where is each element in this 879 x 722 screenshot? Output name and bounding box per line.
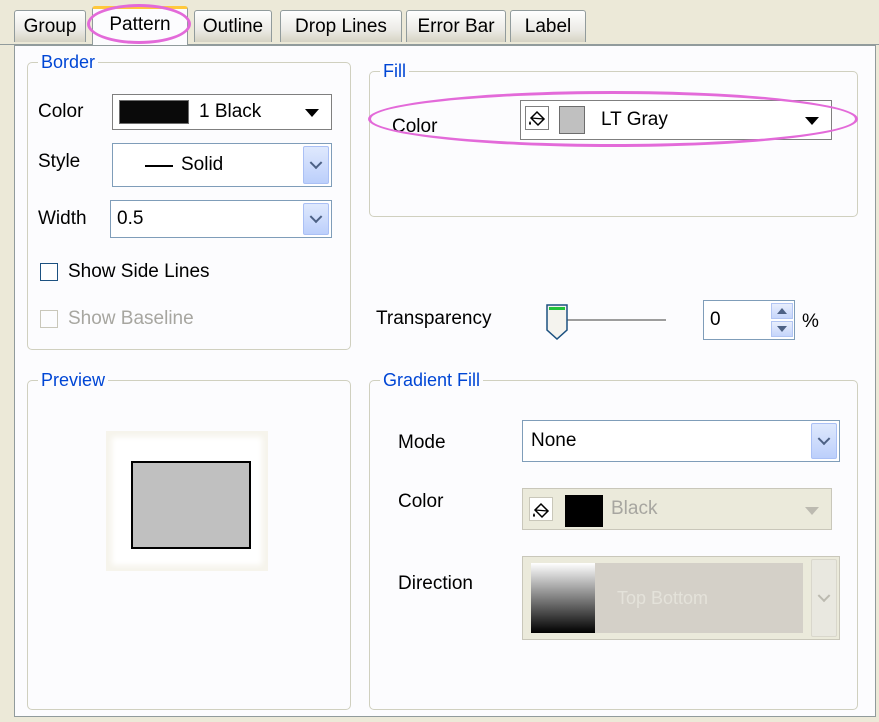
show-side-lines-label: Show Side Lines: [68, 261, 210, 282]
transparency-label: Transparency: [376, 308, 492, 329]
tab-error-bar[interactable]: Error Bar: [406, 10, 506, 42]
border-style-combo[interactable]: Solid: [112, 143, 332, 187]
paint-bucket-icon: [529, 497, 553, 521]
gradient-mode-dropdown-button[interactable]: [811, 423, 837, 459]
gradient-direction-swatch: [531, 563, 595, 633]
gradient-fill-group-title: Gradient Fill: [380, 369, 484, 391]
fill-color-value: LT Gray: [601, 109, 668, 130]
show-side-lines-checkbox[interactable]: [40, 263, 58, 281]
border-color-label: Color: [38, 101, 84, 122]
border-color-swatch: [119, 100, 189, 124]
gradient-direction-combo[interactable]: Top Bottom: [522, 556, 840, 640]
chevron-down-icon: [805, 507, 819, 515]
chevron-down-icon: [309, 210, 323, 224]
tab-group[interactable]: Group: [14, 10, 86, 42]
tab-outline[interactable]: Outline: [194, 10, 272, 42]
chevron-down-icon: [817, 432, 831, 446]
transparency-value: 0: [710, 309, 721, 330]
chevron-down-icon: [817, 589, 831, 603]
chevron-down-icon: [305, 109, 319, 117]
gradient-color-swatch: [565, 495, 603, 527]
border-style-label: Style: [38, 151, 81, 172]
gradient-direction-value: Top Bottom: [617, 588, 709, 608]
border-width-dropdown-button[interactable]: [303, 203, 329, 235]
spin-up-button[interactable]: [771, 303, 793, 319]
fill-group: Fill: [369, 60, 858, 217]
transparency-slider-track: [558, 319, 666, 322]
chevron-down-icon: [309, 156, 323, 170]
gradient-mode-value: None: [531, 430, 577, 451]
gradient-direction-field: Top Bottom: [531, 563, 803, 633]
tab-drop-lines[interactable]: Drop Lines: [280, 10, 402, 42]
tab-label: Error Bar: [417, 16, 495, 37]
tab-strip: Group Pattern Outline Drop Lines Error B…: [0, 0, 879, 46]
show-baseline-checkbox[interactable]: [40, 310, 58, 328]
tab-label-tab[interactable]: Label: [510, 10, 586, 42]
gradient-direction-dropdown-button[interactable]: [811, 559, 837, 637]
border-style-value: Solid: [181, 154, 224, 175]
border-group-title: Border: [38, 51, 99, 73]
spin-down-button[interactable]: [771, 321, 793, 337]
gradient-mode-label: Mode: [398, 432, 446, 453]
show-baseline-label: Show Baseline: [68, 308, 194, 329]
gradient-mode-combo[interactable]: None: [522, 420, 840, 462]
preview-group-title: Preview: [38, 369, 109, 391]
border-width-label: Width: [38, 208, 87, 229]
fill-group-title: Fill: [380, 60, 409, 82]
chevron-down-icon: [805, 117, 819, 125]
paint-bucket-icon: [525, 106, 549, 130]
preview-fill-box: [131, 461, 251, 549]
border-color-combo[interactable]: 1 Black: [112, 94, 332, 130]
border-color-value: 1 Black: [199, 101, 262, 122]
tab-label: Label: [524, 16, 572, 37]
border-width-combo[interactable]: 0.5: [110, 200, 332, 238]
tab-label: Outline: [202, 16, 264, 37]
gradient-color-label: Color: [398, 491, 444, 512]
preview-canvas: [106, 431, 268, 571]
tab-label: Pattern: [109, 14, 171, 35]
tab-pattern[interactable]: Pattern: [92, 6, 188, 45]
transparency-unit: %: [802, 311, 819, 332]
border-width-value: 0.5: [117, 208, 144, 229]
gradient-color-value: Black: [611, 498, 658, 519]
tab-label: Drop Lines: [295, 16, 387, 37]
fill-color-label: Color: [392, 116, 438, 137]
gradient-color-combo[interactable]: Black: [522, 488, 832, 530]
gradient-direction-label: Direction: [398, 573, 473, 594]
fill-color-swatch: [559, 106, 585, 134]
transparency-slider-thumb[interactable]: [546, 304, 568, 341]
transparency-spinbox[interactable]: 0: [703, 300, 795, 340]
solid-line-icon: [145, 165, 173, 167]
tab-label: Group: [23, 16, 77, 37]
fill-color-combo[interactable]: LT Gray: [520, 100, 832, 140]
border-style-dropdown-button[interactable]: [303, 146, 329, 184]
